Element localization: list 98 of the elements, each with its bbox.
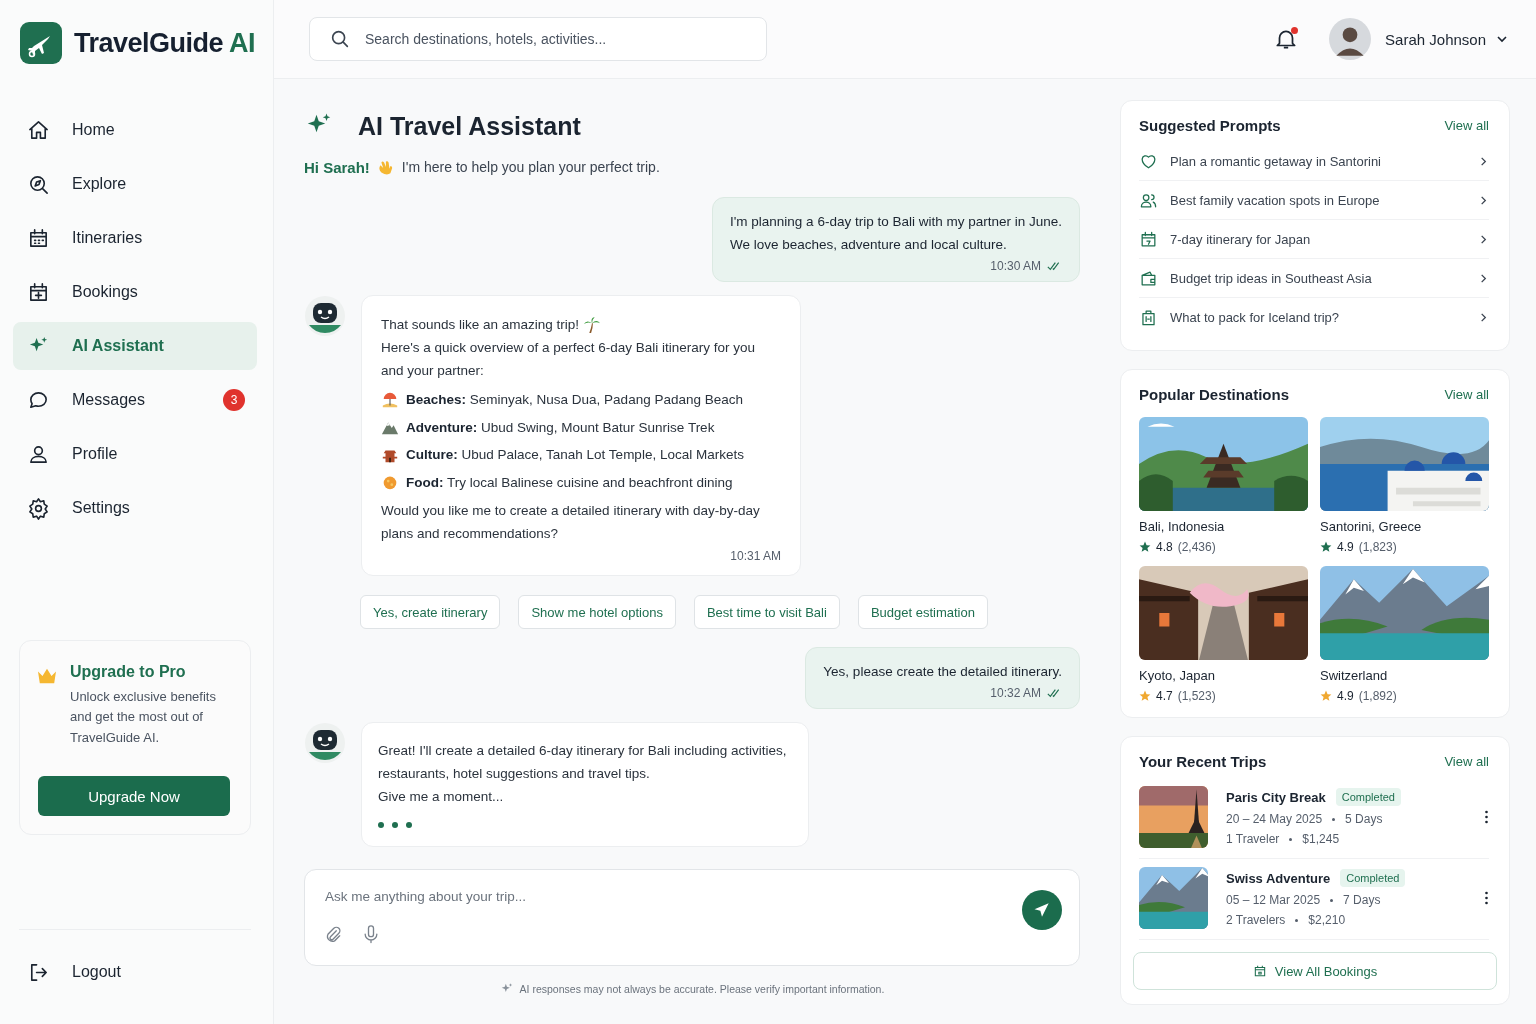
nav-item[interactable]: Profile bbox=[13, 430, 257, 478]
itinerary-item: Beaches: Seminyak, Nusa Dua, Padang Padang Beach bbox=[406, 391, 743, 409]
user-name[interactable]: Sarah Johnson bbox=[1385, 30, 1486, 48]
send-button[interactable] bbox=[1022, 890, 1062, 930]
chevron-icon bbox=[1478, 155, 1489, 167]
itinerary-item: Culture: Ubud Palace, Tanah Lot Temple, Local Markets bbox=[406, 446, 744, 464]
chevron-icon bbox=[1478, 194, 1489, 206]
view-all-bookings-button[interactable]: View All Bookings bbox=[1133, 952, 1497, 990]
view-all-link[interactable]: View all bbox=[1444, 387, 1489, 402]
chevron-icon bbox=[1478, 233, 1489, 245]
quick-reply-button[interactable]: Best time to visit Bali bbox=[693, 595, 840, 629]
home-icon bbox=[27, 118, 50, 142]
quick-reply-button[interactable]: Show me hotel options bbox=[518, 595, 676, 629]
quick-reply-button[interactable]: Yes, create itinerary bbox=[360, 595, 501, 629]
robot-avatar bbox=[304, 295, 346, 337]
unread-badge: 3 bbox=[223, 389, 245, 411]
trip-name[interactable]: Swiss Adventure bbox=[1226, 870, 1331, 886]
settings-icon bbox=[27, 496, 50, 520]
traveler-count: 1 Traveler bbox=[1226, 832, 1280, 846]
card-title: Your Recent Trips bbox=[1139, 753, 1267, 770]
robot-avatar bbox=[304, 722, 346, 764]
user-avatar[interactable] bbox=[1329, 18, 1372, 60]
chevron-icon bbox=[1478, 272, 1489, 284]
message-time: 10:30 AM bbox=[990, 259, 1041, 273]
upgrade-title: Upgrade to Pro bbox=[70, 662, 187, 681]
nav-item[interactable]: Messages 3 bbox=[13, 376, 257, 424]
review-count: (1,892) bbox=[1358, 689, 1397, 703]
calendar-icon bbox=[1139, 229, 1158, 249]
card-title: Popular Destinations bbox=[1139, 386, 1290, 403]
message-time: 10:32 AM bbox=[990, 686, 1041, 700]
prompt-item[interactable]: Plan a romantic getaway in Santorini bbox=[1139, 142, 1489, 181]
status-tag: Completed bbox=[1335, 788, 1401, 806]
trip-duration: 7 Days bbox=[1343, 893, 1381, 907]
status-tag: Completed bbox=[1340, 869, 1406, 887]
logout-button[interactable]: Logout bbox=[19, 948, 251, 996]
message-text: Yes, please create the detailed itinerary. bbox=[823, 663, 1062, 680]
review-count: (1,823) bbox=[1358, 540, 1397, 554]
greeting-name: Hi Sarah! bbox=[304, 158, 370, 176]
message-text: That sounds like an amazing trip! bbox=[381, 316, 580, 334]
view-all-link[interactable]: View all bbox=[1444, 754, 1489, 769]
traveler-count: 2 Travelers bbox=[1226, 913, 1286, 927]
review-count: (1,523) bbox=[1177, 689, 1216, 703]
review-count: (2,436) bbox=[1177, 540, 1216, 554]
search-field[interactable]: Search destinations, hotels, activities... bbox=[309, 17, 767, 61]
trip-name[interactable]: Paris City Break bbox=[1226, 789, 1326, 805]
message-text: Give me a moment... bbox=[378, 788, 504, 806]
search-icon bbox=[329, 28, 351, 50]
notification-button[interactable] bbox=[1273, 26, 1300, 52]
upgrade-button[interactable]: Upgrade Now bbox=[38, 776, 230, 816]
nav-item[interactable]: Settings bbox=[13, 484, 257, 532]
destination-name[interactable]: Santorini, Greece bbox=[1320, 519, 1489, 534]
card-title: Suggested Prompts bbox=[1139, 117, 1281, 134]
more-icon[interactable] bbox=[1484, 890, 1489, 906]
app-name: TravelGuide AI bbox=[74, 27, 256, 59]
trip-price: $2,210 bbox=[1308, 913, 1346, 927]
nav-item[interactable]: Home bbox=[13, 106, 257, 154]
page-title: AI Travel Assistant bbox=[358, 111, 581, 141]
message-time: 10:31 AM bbox=[730, 549, 781, 563]
nav-item[interactable]: AI Assistant bbox=[13, 322, 257, 370]
chevron-icon bbox=[1478, 311, 1489, 323]
greeting-text: I'm here to help you plan your perfect trip. bbox=[401, 159, 660, 175]
disclaimer-text: AI responses may not always be accurate. Please verify important information. bbox=[519, 983, 885, 995]
prompt-item[interactable]: What to pack for Iceland trip? bbox=[1139, 298, 1489, 336]
itinerary-item: Adventure: Ubud Swing, Mount Batur Sunrise Trek bbox=[406, 418, 715, 437]
destination-name[interactable]: Switzerland bbox=[1320, 668, 1489, 683]
message-text: Here's a quick overview of a perfect 6-day Bali itinerary for you and your partner: bbox=[381, 339, 756, 380]
destination-name[interactable]: Bali, Indonesia bbox=[1139, 519, 1308, 534]
trip-dates: 05 – 12 Mar 2025 bbox=[1226, 893, 1321, 907]
upgrade-text: Unlock exclusive benefits and get the most out of TravelGuide AI. bbox=[70, 687, 217, 747]
prompt-item[interactable]: 7-day itinerary for Japan bbox=[1139, 220, 1489, 259]
itinerary-item: Food: Try local Balinese cuisine and beachfront dining bbox=[406, 473, 733, 492]
calendar-icon bbox=[27, 226, 50, 250]
view-all-link[interactable]: View all bbox=[1444, 118, 1489, 133]
plane-logo-icon bbox=[20, 22, 62, 64]
caret-icon[interactable] bbox=[1496, 33, 1508, 45]
trip-price: $1,245 bbox=[1302, 832, 1340, 846]
rating-value: 4.7 bbox=[1156, 689, 1173, 703]
nav-item[interactable]: Bookings bbox=[13, 268, 257, 316]
more-icon[interactable] bbox=[1484, 809, 1489, 825]
beach-umbrella-icon bbox=[381, 390, 399, 409]
prompt-item[interactable]: Budget trip ideas in Southeast Asia bbox=[1139, 259, 1489, 298]
calendar-icon bbox=[1252, 964, 1267, 978]
message-text: I'm planning a 6-day trip to Bali with my partner in June. bbox=[730, 213, 1062, 230]
destination-name[interactable]: Kyoto, Japan bbox=[1139, 668, 1308, 683]
prompt-item[interactable]: Best family vacation spots in Europe bbox=[1139, 181, 1489, 220]
nav-item[interactable]: Explore bbox=[13, 160, 257, 208]
trip-duration: 5 Days bbox=[1345, 812, 1383, 826]
palm-tree-icon bbox=[583, 315, 602, 334]
rating-value: 4.9 bbox=[1337, 540, 1354, 554]
rating-value: 4.8 bbox=[1156, 540, 1173, 554]
message-text: We love beaches, adventure and local culture. bbox=[730, 236, 1008, 253]
nav-item[interactable]: Itineraries bbox=[13, 214, 257, 262]
message-text: Great! I'll create a detailed 6-day itinerary for Bali including activities, restaurants, hotel suggestions and travel tips. bbox=[378, 742, 788, 783]
trip-dates: 20 – 24 May 2025 bbox=[1226, 812, 1323, 826]
message-text: Would you like me to create a detailed itinerary with day-by-day plans and recommendations? bbox=[381, 502, 761, 543]
calendar-plus-icon bbox=[27, 280, 50, 304]
quick-reply-button[interactable]: Budget estimation bbox=[857, 595, 988, 629]
rating-value: 4.9 bbox=[1337, 689, 1354, 703]
